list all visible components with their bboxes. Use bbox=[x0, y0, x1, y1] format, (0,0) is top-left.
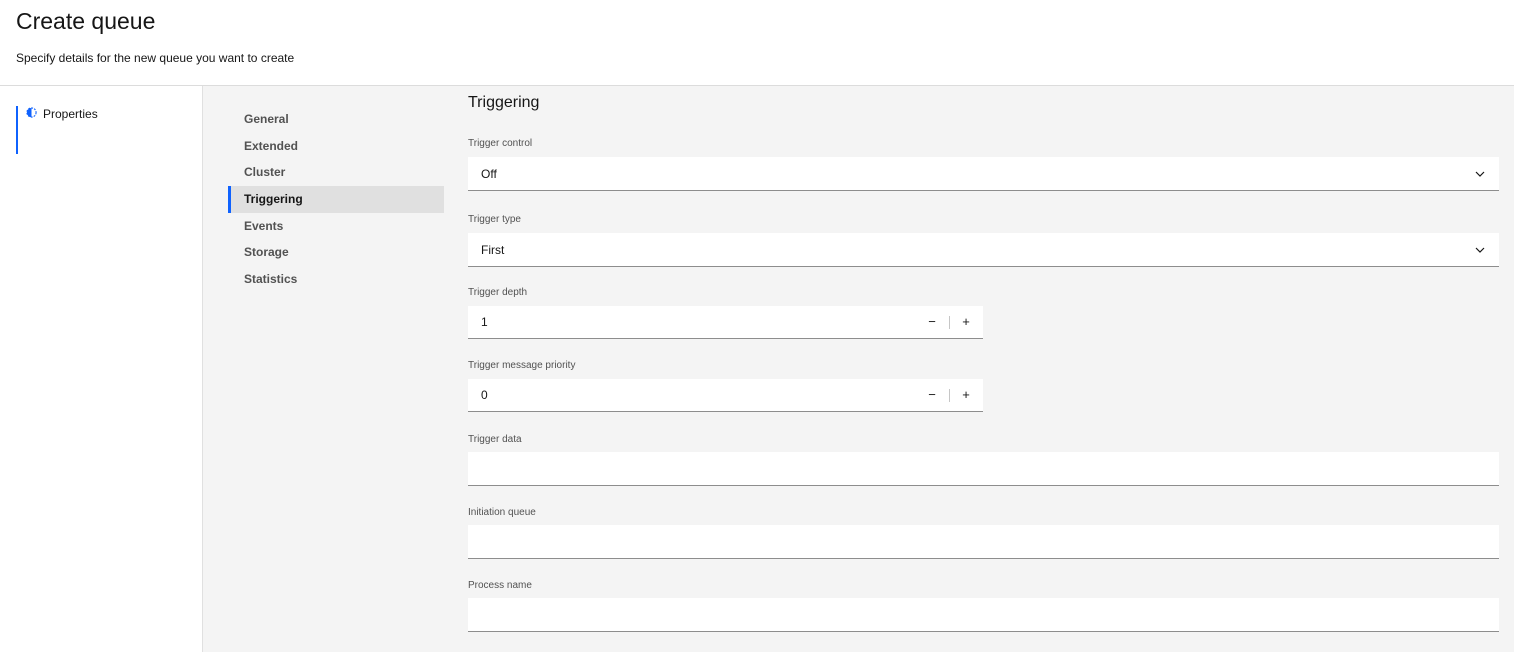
step-properties[interactable]: Properties bbox=[16, 106, 196, 154]
increment-button[interactable]: + bbox=[958, 387, 974, 403]
decrement-button[interactable]: − bbox=[924, 387, 940, 403]
trigger-type-label: Trigger type bbox=[468, 214, 521, 225]
trigger-depth-input[interactable]: 1 − + bbox=[468, 306, 983, 339]
page-subtitle: Specify details for the new queue you wa… bbox=[16, 51, 295, 65]
trigger-control-select[interactable]: Off bbox=[468, 157, 1499, 191]
page-header: Create queue Specify details for the new… bbox=[0, 0, 1514, 86]
step-label: Properties bbox=[43, 107, 98, 121]
trigger-depth-value: 1 bbox=[481, 315, 488, 329]
section-nav: General Extended Cluster Triggering Even… bbox=[228, 106, 444, 293]
section-nav-triggering[interactable]: Triggering bbox=[228, 186, 444, 213]
trigger-type-select[interactable]: First bbox=[468, 233, 1499, 267]
section-nav-statistics[interactable]: Statistics bbox=[228, 266, 444, 293]
increment-button[interactable]: + bbox=[958, 314, 974, 330]
half-circle-progress-icon bbox=[26, 107, 37, 118]
initiation-queue-label: Initiation queue bbox=[468, 507, 536, 518]
trigger-message-priority-input[interactable]: 0 − + bbox=[468, 379, 983, 412]
trigger-depth-label: Trigger depth bbox=[468, 287, 528, 298]
section-nav-storage[interactable]: Storage bbox=[228, 239, 444, 266]
trigger-data-label: Trigger data bbox=[468, 434, 522, 445]
chevron-down-icon bbox=[1475, 171, 1485, 177]
section-title: Triggering bbox=[468, 94, 540, 111]
decrement-button[interactable]: − bbox=[924, 314, 940, 330]
process-name-label: Process name bbox=[468, 580, 532, 591]
trigger-control-value: Off bbox=[481, 167, 497, 181]
stepper-divider bbox=[949, 389, 950, 402]
section-nav-cluster[interactable]: Cluster bbox=[228, 159, 444, 186]
process-name-input[interactable] bbox=[468, 598, 1499, 632]
trigger-message-priority-value: 0 bbox=[481, 388, 488, 402]
section-nav-extended[interactable]: Extended bbox=[228, 133, 444, 160]
progress-nav: Properties bbox=[0, 86, 203, 652]
section-nav-events[interactable]: Events bbox=[228, 213, 444, 240]
trigger-type-value: First bbox=[481, 243, 505, 257]
main-content: General Extended Cluster Triggering Even… bbox=[203, 86, 1514, 652]
trigger-data-input[interactable] bbox=[468, 452, 1499, 486]
trigger-control-label: Trigger control bbox=[468, 138, 533, 149]
section-nav-general[interactable]: General bbox=[228, 106, 444, 133]
chevron-down-icon bbox=[1475, 247, 1485, 253]
trigger-message-priority-label: Trigger message priority bbox=[468, 360, 576, 371]
initiation-queue-input[interactable] bbox=[468, 525, 1499, 559]
stepper-divider bbox=[949, 316, 950, 329]
page-title: Create queue bbox=[16, 8, 156, 34]
